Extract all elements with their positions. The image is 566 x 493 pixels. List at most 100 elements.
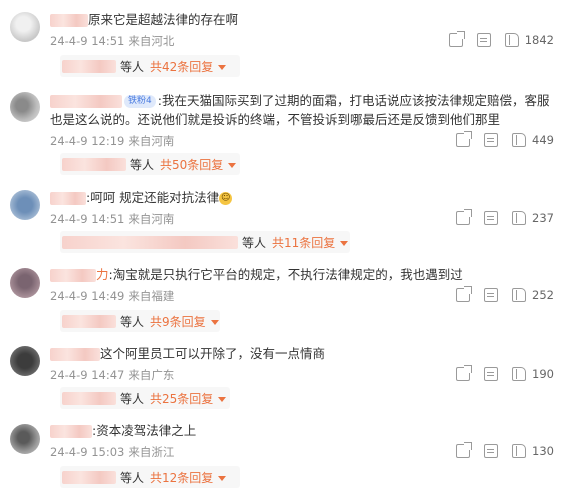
comment-actions: 237 [456, 209, 554, 225]
comment-actions: 190 [456, 365, 554, 381]
comment-actions: 449 [456, 131, 554, 147]
like-button[interactable]: 1842 [504, 33, 554, 47]
replies-who: 等人 [130, 157, 155, 172]
comment-actions: 1842 [448, 31, 554, 47]
replies-count-link[interactable]: 共50条回复 [160, 156, 237, 173]
avatar[interactable] [10, 92, 40, 122]
replies-summary[interactable]: 等人 共50条回复 [60, 153, 240, 175]
replies-count-link[interactable]: 共11条回复 [272, 234, 349, 251]
like-count: 252 [532, 288, 554, 302]
username-blurred[interactable] [50, 269, 96, 282]
comment-meta: 24-4-9 15:03 来自浙江 [50, 444, 174, 460]
like-count: 190 [532, 367, 554, 381]
comment-actions: 130 [456, 442, 554, 458]
comment-text: :呵呵 规定还能对抗法律 ☺ [50, 188, 554, 207]
comment-location: 来自浙江 [128, 445, 175, 459]
replier-names-blurred [62, 470, 116, 484]
like-button[interactable]: 252 [512, 288, 554, 302]
comment-actions: 252 [456, 286, 554, 302]
like-button[interactable]: 237 [512, 211, 554, 225]
comment-text: :资本凌驾法律之上 [50, 421, 554, 440]
thumbs-up-icon [512, 367, 527, 381]
share-icon[interactable] [456, 286, 473, 302]
comment-icon[interactable] [476, 33, 491, 47]
chevron-down-icon [228, 162, 237, 168]
replies-summary[interactable]: 等人 共9条回复 [60, 310, 220, 332]
comment-meta: 24-4-9 14:51 来自河南 [50, 211, 174, 227]
replier-names-blurred [62, 235, 238, 249]
comment-meta: 24-4-9 12:19 来自河南 [50, 133, 174, 149]
replies-count-link[interactable]: 共9条回复 [150, 313, 219, 330]
comment-date: 24-4-9 14:47 [50, 368, 125, 382]
share-icon[interactable] [448, 31, 465, 47]
chevron-down-icon [218, 475, 227, 481]
replies-count-link[interactable]: 共12条回复 [150, 469, 227, 486]
comment-text: 原来它是超越法律的存在啊 [50, 10, 554, 29]
replier-names-blurred [62, 391, 116, 405]
replies-count-link[interactable]: 共25条回复 [150, 390, 227, 407]
replies-who: 等人 [120, 391, 145, 406]
comment-icon[interactable] [484, 367, 499, 381]
avatar[interactable] [10, 268, 40, 298]
chevron-down-icon [218, 396, 227, 402]
replies-who: 等人 [242, 235, 267, 250]
thumbs-up-icon [512, 444, 527, 458]
comment-location: 来自河南 [128, 212, 175, 226]
username-blurred[interactable] [50, 95, 122, 108]
like-count: 130 [532, 444, 554, 458]
replier-names-blurred [62, 314, 116, 328]
like-button[interactable]: 130 [512, 444, 554, 458]
replies-who: 等人 [120, 59, 145, 74]
comment-icon[interactable] [484, 211, 499, 225]
comment-meta: 24-4-9 14:51 来自河北 [50, 33, 174, 49]
thumbs-up-icon [512, 211, 527, 225]
chevron-down-icon [340, 240, 349, 246]
replies-who: 等人 [120, 314, 145, 329]
comment-text: 力:淘宝就是只执行它平台的规定，不执行法律规定的，我也遇到过 [50, 265, 554, 284]
avatar[interactable] [10, 190, 40, 220]
username-tail: 力 [96, 267, 109, 282]
like-count: 237 [532, 211, 554, 225]
comment-icon[interactable] [484, 133, 499, 147]
thumbs-up-icon [512, 288, 527, 302]
avatar[interactable] [10, 346, 40, 376]
share-icon[interactable] [456, 131, 473, 147]
replies-summary[interactable]: 等人 共25条回复 [60, 387, 230, 409]
username-blurred[interactable] [50, 425, 92, 438]
like-button[interactable]: 190 [512, 367, 554, 381]
replies-count-link[interactable]: 共42条回复 [150, 58, 227, 75]
thumbs-up-icon [512, 133, 527, 147]
username-blurred[interactable] [50, 192, 86, 205]
comment-date: 24-4-9 15:03 [50, 445, 125, 459]
comment-date: 24-4-9 14:51 [50, 212, 125, 226]
share-icon[interactable] [456, 209, 473, 225]
username-blurred[interactable] [50, 348, 100, 361]
fan-badge: 铁粉4 [124, 95, 156, 108]
comment-meta: 24-4-9 14:49 来自福建 [50, 288, 174, 304]
like-button[interactable]: 449 [512, 133, 554, 147]
comment-location: 来自广东 [128, 368, 175, 382]
replies-who: 等人 [120, 470, 145, 485]
laughing-emoji-icon: ☺ [219, 192, 233, 205]
chevron-down-icon [210, 319, 219, 325]
comment-date: 24-4-9 12:19 [50, 134, 125, 148]
comment-text: 铁粉4:我在天猫国际买到了过期的面霜，打电话说应该按法律规定赔偿，客服也是这么说… [50, 93, 550, 127]
replies-summary[interactable]: 等人 共42条回复 [60, 55, 240, 77]
replier-names-blurred [62, 157, 126, 171]
username-blurred[interactable] [50, 14, 88, 27]
avatar[interactable] [10, 12, 40, 42]
replies-summary[interactable]: 等人 共11条回复 [60, 231, 350, 253]
comment-text: 这个阿里员工可以开除了，没有一点情商 [50, 344, 554, 363]
comment-date: 24-4-9 14:49 [50, 289, 125, 303]
replier-names-blurred [62, 59, 116, 73]
share-icon[interactable] [456, 365, 473, 381]
avatar[interactable] [10, 424, 40, 454]
comment-date: 24-4-9 14:51 [50, 34, 125, 48]
replies-summary[interactable]: 等人 共12条回复 [60, 466, 240, 488]
comment-icon[interactable] [484, 288, 499, 302]
comment-location: 来自福建 [128, 289, 175, 303]
share-icon[interactable] [456, 442, 473, 458]
chevron-down-icon [218, 64, 227, 70]
comment-meta: 24-4-9 14:47 来自广东 [50, 367, 174, 383]
comment-icon[interactable] [484, 444, 499, 458]
